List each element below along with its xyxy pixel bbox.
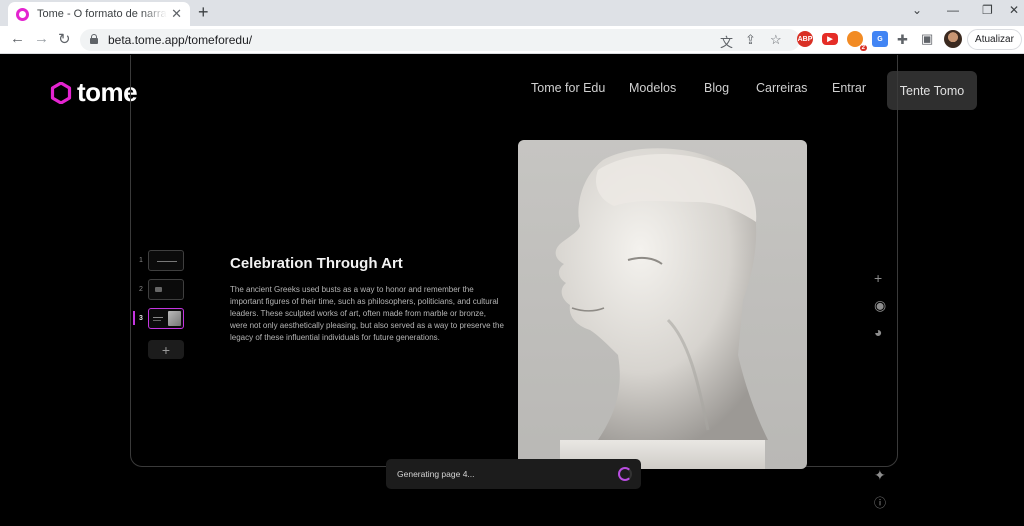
extension-badge-icon[interactable]: 2 [847,31,867,51]
youtube-extension-icon[interactable]: ▶ [822,33,838,45]
plus-icon[interactable]: + [874,270,882,286]
restore-icon[interactable]: ❐ [982,3,993,17]
thumbnail-title-line [157,261,177,262]
help-icon[interactable]: ⓘ [874,494,886,511]
browser-tab[interactable]: Tome - O formato de narrativa baseado em… [8,2,190,26]
browser-tab-bar: Tome - O formato de narrativa baseado em… [0,0,1024,26]
minimize-icon[interactable]: — [947,3,959,17]
page-thumbnail-3[interactable] [148,308,184,329]
translate-icon[interactable]: 文 [720,32,733,51]
back-icon[interactable]: ← [10,30,25,47]
thumbnail-text-line [153,320,161,321]
lock-icon[interactable] [90,34,98,44]
side-panel-icon[interactable]: ▣ [921,31,933,47]
tome-logo[interactable]: tome [50,77,138,108]
update-button[interactable]: Atualizar [967,29,1022,50]
window-close-icon[interactable]: ✕ [1009,3,1019,17]
google-translate-extension-icon[interactable]: G [872,31,888,47]
tome-logo-mark-icon [50,81,72,104]
generation-status-toast: Generating page 4... [386,459,641,489]
status-text: Generating page 4... [397,469,475,479]
try-tome-button[interactable]: Tente Tomo [887,71,977,110]
reload-icon[interactable]: ↻ [58,30,71,48]
page-thumbnail-2[interactable] [148,279,184,300]
bust-illustration [555,148,768,469]
add-page-button[interactable]: + [148,340,184,359]
record-icon[interactable]: ◉ [874,297,886,314]
adblock-plus-icon[interactable]: ABP [797,31,813,47]
loading-spinner-icon [618,467,632,481]
video-icon [155,287,162,292]
thumbnail-number: 1 [139,257,143,264]
active-page-indicator [133,311,135,325]
palette-icon[interactable]: ◕ [874,324,882,340]
marble-bust-image [518,140,807,469]
thumbnail-number: 3 [139,315,143,322]
thumbnail-image [168,311,181,326]
sparkle-icon[interactable]: ✦ [874,467,886,484]
tome-favicon-icon [16,7,29,21]
page-thumbnail-1[interactable] [148,250,184,271]
thumbnail-text-line [153,317,163,318]
address-bar[interactable]: beta.tome.app/tomeforedu/ 文 ⇪ ☆ [80,29,800,51]
browser-toolbar: ← → ↻ beta.tome.app/tomeforedu/ 文 ⇪ ☆ AB… [0,26,1024,54]
extensions-puzzle-icon[interactable]: ✚ [897,32,908,48]
tab-close-icon[interactable]: ✕ [171,6,182,22]
share-icon[interactable]: ⇪ [745,32,756,48]
forward-icon[interactable]: → [34,30,49,47]
extension-badge-count: 2 [859,45,867,51]
bookmark-star-icon[interactable]: ☆ [770,32,782,48]
new-tab-button[interactable]: + [198,2,209,23]
url-text[interactable]: beta.tome.app/tomeforedu/ [108,33,252,47]
tab-search-icon[interactable]: ⌄ [912,3,922,17]
page-body-text: The ancient Greeks used busts as a way t… [230,285,504,342]
page-title: Celebration Through Art [230,255,403,272]
tab-title: Tome - O formato de narrativa baseado em… [37,8,167,20]
logo-text: tome [77,77,138,107]
thumbnail-number: 2 [139,286,143,293]
profile-avatar[interactable] [944,30,962,48]
